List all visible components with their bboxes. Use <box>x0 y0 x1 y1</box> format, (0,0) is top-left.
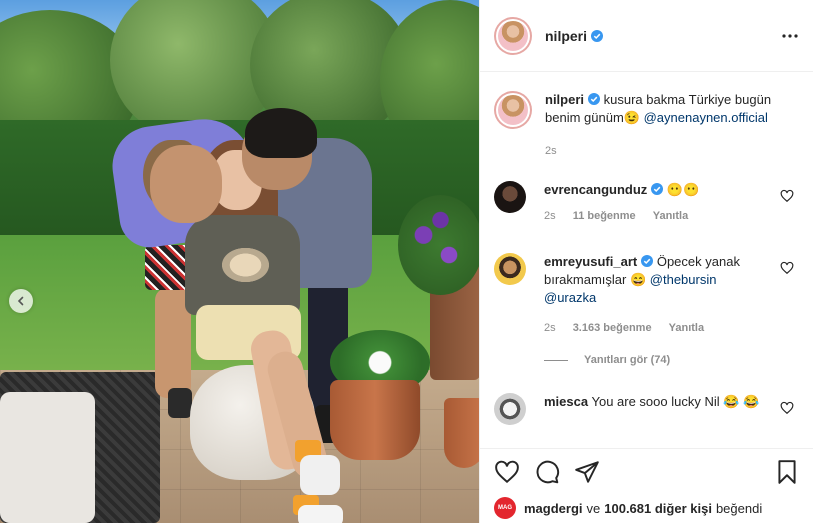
post-caption: nilperi kusura bakma Türkiye bugün benim… <box>494 91 804 160</box>
photo-pot <box>330 380 420 460</box>
comment-username[interactable]: evrencangunduz <box>544 182 647 197</box>
comment-time[interactable]: 2s <box>544 210 556 222</box>
comment-username[interactable]: miesca <box>544 394 588 409</box>
comment-mention-link[interactable]: @thebursin <box>650 272 717 287</box>
verified-icon <box>641 255 654 267</box>
caption-username[interactable]: nilperi <box>545 92 584 107</box>
liker-username[interactable]: magdergi <box>524 501 583 516</box>
comment-text: You are sooo lucky Nil 😂 😂 <box>591 394 760 409</box>
photo-pot <box>444 398 479 468</box>
comment-likes[interactable]: 11 beğenme <box>573 210 636 222</box>
share-icon[interactable] <box>574 459 600 485</box>
comment-likes[interactable]: 3.163 beğenme <box>573 322 652 334</box>
comment-item: evrencangunduz 😶😶 2s 11 beğenme Yanıtla <box>494 181 804 225</box>
verified-icon <box>588 93 601 105</box>
photo-person <box>245 108 317 158</box>
verified-icon <box>591 29 604 42</box>
view-replies-label: Yanıtları gör (74) <box>584 354 671 366</box>
photo-person <box>168 388 192 418</box>
more-options-button[interactable] <box>780 26 800 46</box>
verified-icon <box>651 183 664 195</box>
heart-icon[interactable] <box>494 459 520 485</box>
likes-conjunction: ve <box>586 500 601 516</box>
photo-flowers <box>398 195 479 295</box>
post-modal: nilperi nilperi kusura bakma Türkiye bug… <box>0 0 813 523</box>
reply-button[interactable]: Yanıtla <box>653 210 688 222</box>
caption-mention-link[interactable]: @aynenaynen.official <box>644 110 768 125</box>
photo-person <box>218 245 273 285</box>
heart-icon[interactable] <box>780 261 794 275</box>
caption-avatar[interactable] <box>494 91 532 129</box>
bookmark-icon[interactable] <box>774 459 800 485</box>
comment-time[interactable]: 2s <box>544 322 556 334</box>
carousel-prev-button[interactable] <box>9 289 33 313</box>
comment-username[interactable]: emreyusufi_art <box>544 254 637 269</box>
heart-icon[interactable] <box>780 189 794 203</box>
author-username[interactable]: nilperi <box>545 28 587 44</box>
photo-person <box>298 505 343 523</box>
post-side-panel: nilperi nilperi kusura bakma Türkiye bug… <box>479 0 813 523</box>
liker-avatar[interactable]: MAG <box>494 497 516 519</box>
comments-list[interactable]: nilperi kusura bakma Türkiye bugün benim… <box>480 73 813 448</box>
post-actions: MAG magdergi ve 100.681 diğer kişi beğen… <box>480 448 813 523</box>
view-replies-button[interactable]: Yanıtları gör (74) <box>544 354 670 366</box>
likes-suffix: beğendi <box>715 500 763 516</box>
chevron-left-icon <box>17 296 24 306</box>
more-icon <box>782 34 798 38</box>
post-photo[interactable] <box>0 0 479 523</box>
comment-text: 😶😶 <box>666 182 700 197</box>
caption-timestamp[interactable]: 2s <box>545 142 795 160</box>
comment-icon[interactable] <box>534 459 560 485</box>
comment-mention-link[interactable]: @urazka <box>544 290 596 305</box>
comment-item: emreyusufi_art Öpecek yanak bırakmamışla… <box>494 253 804 337</box>
likes-count[interactable]: 100.681 diğer kişi <box>604 501 712 516</box>
photo-person <box>300 455 340 495</box>
comment-item: miesca You are sooo lucky Nil 😂 😂 <box>494 393 804 425</box>
heart-icon[interactable] <box>780 401 794 415</box>
commenter-avatar[interactable] <box>494 393 526 425</box>
reply-button[interactable]: Yanıtla <box>669 322 704 334</box>
likes-summary: MAG magdergi ve 100.681 diğer kişi beğen… <box>494 497 762 519</box>
photo-person <box>150 145 222 223</box>
photo-cushion <box>0 392 95 523</box>
commenter-avatar[interactable] <box>494 253 526 285</box>
commenter-avatar[interactable] <box>494 181 526 213</box>
photo-person <box>145 245 190 290</box>
post-header: nilperi <box>480 0 813 72</box>
replies-divider <box>544 359 568 361</box>
author-avatar[interactable] <box>494 16 532 55</box>
